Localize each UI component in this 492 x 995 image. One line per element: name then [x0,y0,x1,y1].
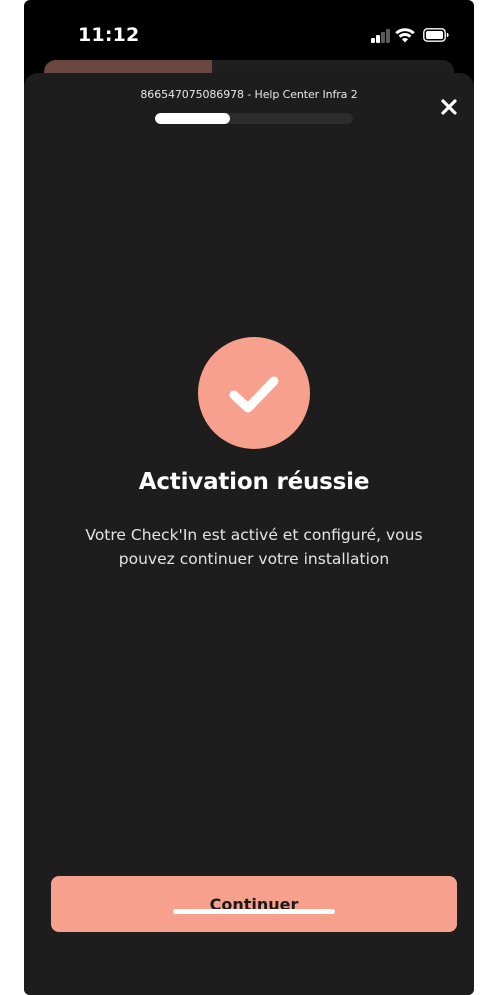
activation-modal: 866547075086978 - Help Center Infra 2 Ac… [24,73,474,995]
step-progress-fill [155,113,231,124]
modal-title: 866547075086978 - Help Center Infra 2 [140,88,358,101]
success-headline: Activation réussie [138,469,370,495]
success-message: Votre Check'In est activé et configuré, … [85,526,423,568]
background-progress [44,60,212,74]
home-indicator[interactable] [173,909,335,914]
wifi-icon [395,28,415,43]
step-progress-bar [155,113,353,124]
close-icon[interactable] [435,93,463,121]
cellular-signal-icon [371,29,391,43]
status-bar: 11:12 [24,0,474,64]
checkmark-icon [229,376,279,413]
battery-icon [423,28,449,42]
success-badge [198,337,310,449]
phone-screen: 11:12 866547075086978 - Help Center Infr… [24,0,474,995]
continue-button[interactable]: Continuer [51,876,457,932]
status-time: 11:12 [78,24,140,46]
